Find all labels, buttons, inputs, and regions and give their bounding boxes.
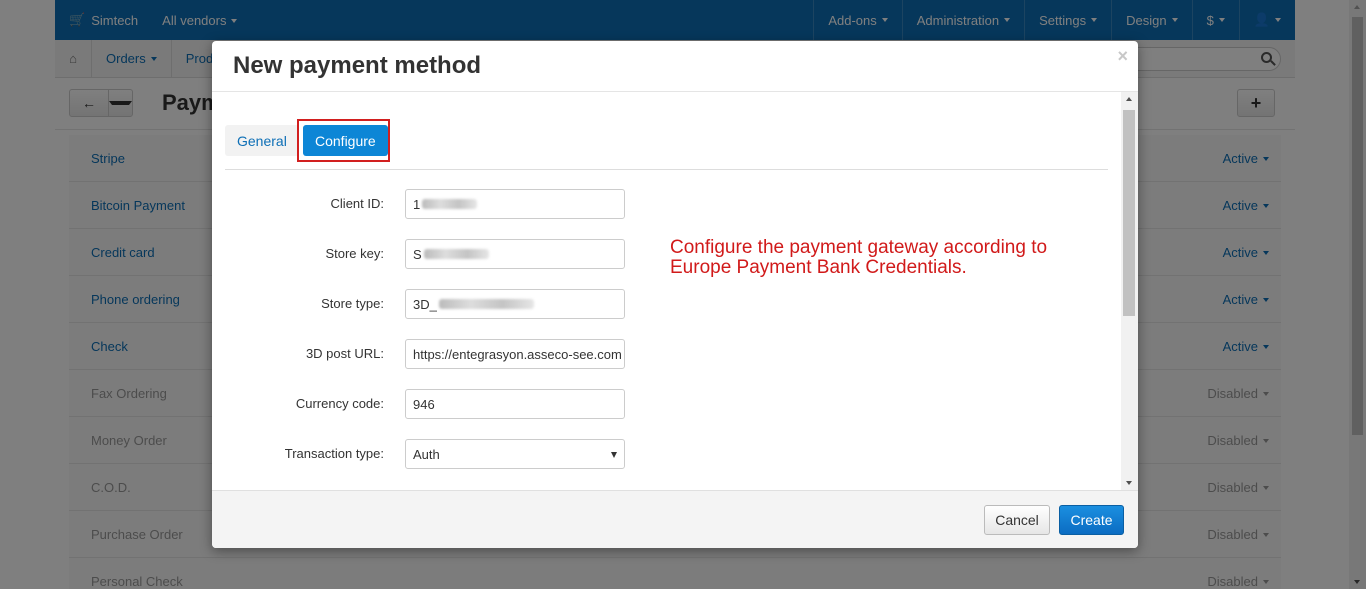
store-key-input[interactable]: S [405,239,625,269]
modal-footer: Cancel Create [212,490,1138,548]
chevron-down-icon [611,452,617,458]
transaction-type-select[interactable]: Auth [405,439,625,469]
post-url-row: 3D post URL: https://entegrasyon.asseco-… [212,339,852,369]
create-button[interactable]: Create [1059,505,1124,535]
store-type-label: Store type: [321,296,384,311]
store-type-input[interactable]: 3D_ [405,289,625,319]
currency-code-label: Currency code: [295,396,384,411]
redacted-value [438,299,534,309]
currency-code-input[interactable]: 946 [405,389,625,419]
post-url-input[interactable]: https://entegrasyon.asseco-see.com [405,339,625,369]
scrollbar-thumb[interactable] [1123,110,1135,316]
highlight-annotation-box [297,119,390,162]
close-icon[interactable]: × [1117,46,1128,67]
redacted-value [423,249,489,259]
scroll-up-icon[interactable] [1126,97,1132,101]
client-id-label: Client ID: [330,196,384,211]
currency-code-row: Currency code: 946 [212,389,852,419]
new-payment-method-dialog: New payment method × General Configure C… [212,41,1138,548]
cancel-button[interactable]: Cancel [984,505,1050,535]
client-id-input[interactable]: 1 [405,189,625,219]
scroll-down-icon[interactable] [1126,481,1132,485]
modal-body: General Configure Client ID: 1 Store key… [212,92,1138,490]
store-key-label: Store key: [325,246,384,261]
modal-header: New payment method × [212,41,1138,92]
client-id-row: Client ID: 1 [212,189,852,219]
transaction-type-label: Transaction type: [284,446,384,461]
store-type-row: Store type: 3D_ [212,289,852,319]
modal-title: New payment method [233,52,482,79]
annotation-note: Configure the payment gateway according … [670,237,1048,278]
transaction-type-row: Transaction type: Auth [212,439,852,469]
tab-general[interactable]: General [225,125,299,156]
redacted-value [422,199,478,209]
modal-scrollbar[interactable] [1121,92,1138,490]
post-url-label: 3D post URL: [305,346,384,361]
